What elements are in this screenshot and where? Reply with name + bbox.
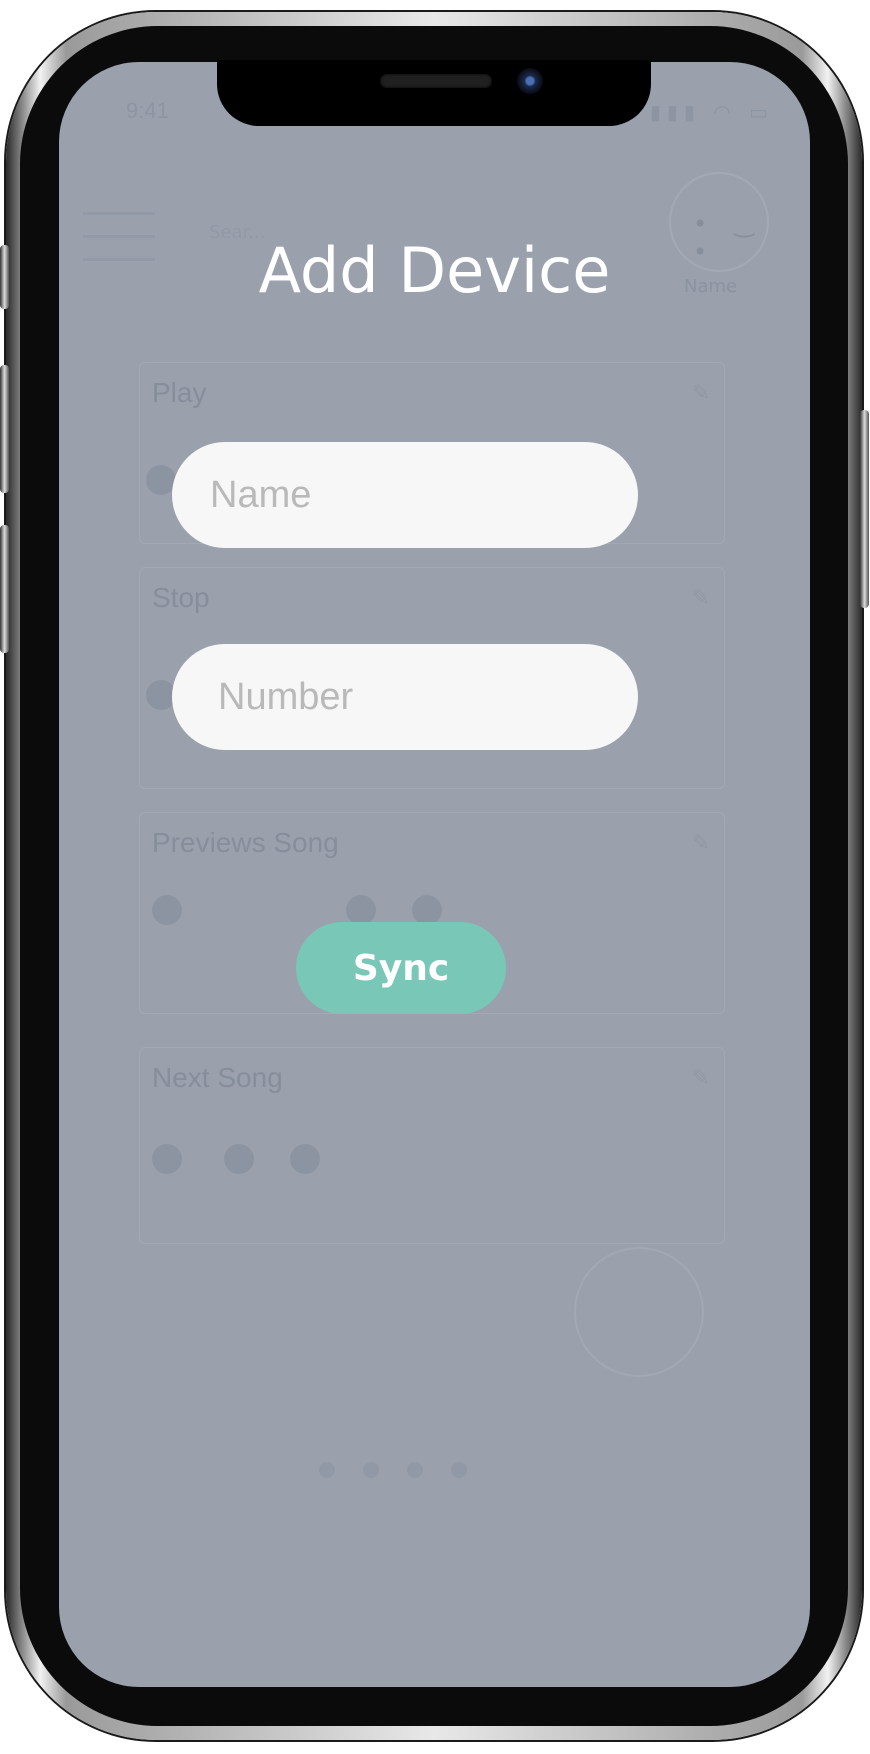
dot	[224, 1144, 254, 1174]
status-icons: ▮▮▮ ◠ ▭	[649, 100, 774, 124]
edit-icon: ✎	[691, 586, 710, 611]
mute-switch	[0, 245, 9, 309]
front-camera-icon	[517, 68, 543, 94]
edit-icon: ✎	[691, 831, 710, 856]
power-button	[860, 410, 869, 608]
screen: 9:41 ▮▮▮ ◠ ▭ Sear... • ‿ • Name Play ✎ S…	[59, 62, 810, 1687]
sync-button[interactable]: Sync	[296, 922, 506, 1014]
edit-icon: ✎	[691, 381, 710, 406]
dot	[290, 1144, 320, 1174]
dot	[346, 895, 376, 925]
speaker-grille	[380, 74, 492, 88]
volume-up-button	[0, 365, 9, 493]
card-title: Next Song	[152, 1062, 283, 1093]
dot	[412, 895, 442, 925]
notch	[217, 60, 651, 126]
card-title: Stop	[152, 582, 210, 613]
card-title: Previews Song	[152, 827, 339, 858]
edit-icon: ✎	[691, 1066, 710, 1091]
card-title: Play	[152, 377, 207, 408]
status-time: 9:41	[126, 98, 169, 123]
page-indicator	[319, 1462, 499, 1482]
dot	[152, 1144, 182, 1174]
add-fab	[574, 1247, 704, 1377]
card-next-song: Next Song ✎	[139, 1047, 725, 1244]
dot	[152, 895, 182, 925]
name-input[interactable]	[172, 442, 638, 548]
modal-title: Add Device	[258, 234, 611, 307]
number-input[interactable]	[172, 644, 638, 750]
volume-down-button	[0, 525, 9, 653]
